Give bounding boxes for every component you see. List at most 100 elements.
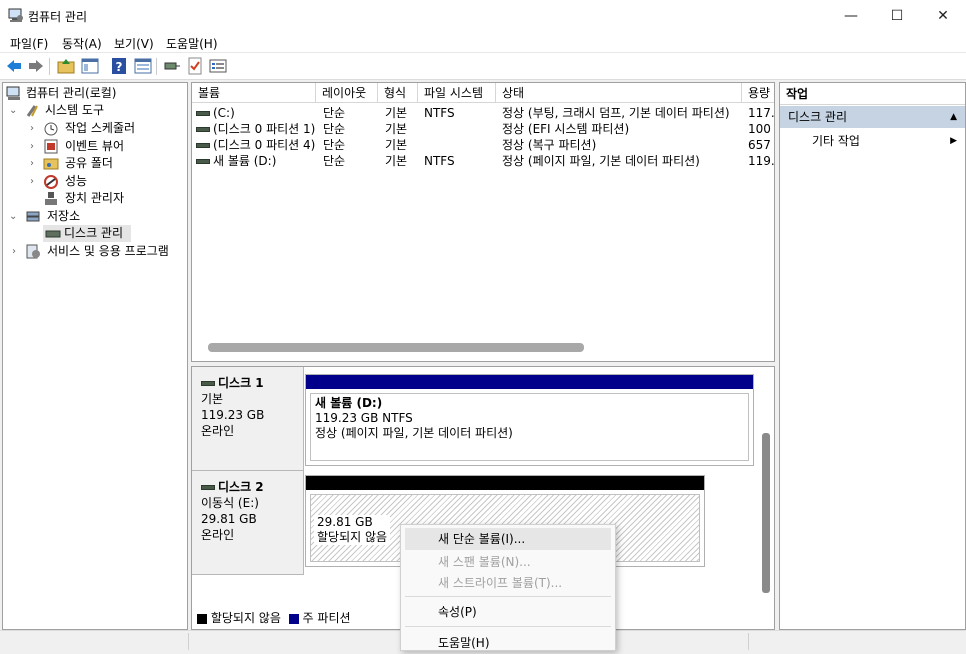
storage-icon bbox=[25, 209, 41, 224]
menu-file[interactable]: 파일(F) bbox=[10, 35, 48, 52]
menu-item-new-simple-volume[interactable]: 새 단순 볼륨(I)... bbox=[405, 528, 611, 550]
forward-arrow-icon[interactable] bbox=[27, 57, 45, 75]
menu-item-new-spanned-volume[interactable]: 새 스팬 볼륨(N)... bbox=[405, 551, 611, 573]
disk-type: 이동식 (E:) bbox=[201, 496, 259, 510]
vertical-scrollbar[interactable] bbox=[762, 433, 770, 593]
chevron-down-icon[interactable]: ⌄ bbox=[9, 102, 19, 119]
device-manager-icon bbox=[43, 191, 59, 206]
maximize-button[interactable]: ☐ bbox=[874, 0, 920, 32]
console-tree: 컴퓨터 관리(로컬) ⌄ 시스템 도구 › 작업 스케줄러 › 이벤트 뷰어 ›… bbox=[2, 82, 188, 630]
chevron-right-icon[interactable]: › bbox=[30, 120, 40, 137]
menu-view[interactable]: 보기(V) bbox=[114, 35, 154, 52]
menu-item-new-striped-volume[interactable]: 새 스트라이프 볼륨(T)... bbox=[405, 572, 611, 594]
volume-cell: (디스크 0 파티션 4) bbox=[196, 137, 316, 153]
tree-label: 서비스 및 응용 프로그램 bbox=[47, 244, 169, 258]
disk-name: 디스크 1 bbox=[218, 376, 264, 390]
disk-icon bbox=[201, 381, 215, 386]
list-icon[interactable] bbox=[209, 57, 227, 75]
up-folder-icon[interactable] bbox=[57, 57, 75, 75]
connect-icon[interactable] bbox=[163, 57, 181, 75]
toolbar-separator bbox=[156, 58, 157, 75]
partition-status: 정상 (페이지 파일, 기본 데이터 파티션) bbox=[315, 426, 513, 440]
partition-volume-d[interactable]: 새 볼륨 (D:) 119.23 GB NTFS 정상 (페이지 파일, 기본 … bbox=[305, 374, 754, 466]
disk-name: 디스크 2 bbox=[218, 480, 264, 494]
status-divider bbox=[188, 633, 189, 650]
partition-details: 29.81 GB 할당되지 않음 bbox=[314, 515, 391, 545]
check-icon[interactable] bbox=[186, 57, 204, 75]
filesystem-cell: NTFS bbox=[424, 154, 455, 168]
clock-icon bbox=[43, 121, 59, 136]
capacity-cell: 117.3 bbox=[748, 106, 775, 120]
volume-icon bbox=[196, 111, 210, 116]
menu-separator bbox=[405, 596, 611, 597]
actions-header: 작업 bbox=[780, 83, 965, 105]
svg-text:?: ? bbox=[116, 60, 123, 74]
tree-label: 시스템 도구 bbox=[45, 103, 105, 117]
disk-icon bbox=[201, 485, 215, 490]
toolbar: ? bbox=[0, 53, 966, 80]
action-more-actions[interactable]: 기타 작업 ▶ bbox=[780, 130, 965, 152]
capacity-cell: 119.2 bbox=[748, 154, 775, 168]
capacity-cell: 100 N bbox=[748, 122, 774, 136]
unallocated-bar bbox=[306, 476, 704, 490]
chevron-right-icon[interactable]: › bbox=[30, 173, 40, 190]
collapse-up-icon[interactable]: ▲ bbox=[950, 106, 957, 128]
capacity-cell: 657 N bbox=[748, 138, 774, 152]
status-cell: 정상 (복구 파티션) bbox=[502, 138, 597, 152]
computer-management-icon bbox=[6, 86, 22, 101]
help-icon[interactable]: ? bbox=[110, 57, 128, 75]
horizontal-scrollbar[interactable] bbox=[208, 343, 584, 352]
context-menu: 새 단순 볼륨(I)... 새 스팬 볼륨(N)... 새 스트라이프 볼륨(T… bbox=[400, 524, 616, 651]
properties-icon[interactable] bbox=[134, 57, 152, 75]
tree-label: 디스크 관리 bbox=[64, 226, 124, 240]
chevron-right-icon[interactable]: › bbox=[12, 243, 22, 260]
volume-cell: 새 볼륨 (D:) bbox=[196, 153, 316, 169]
volume-cell: (디스크 0 파티션 1) bbox=[196, 121, 316, 137]
menu-item-properties[interactable]: 속성(P) bbox=[405, 601, 611, 623]
chevron-down-icon[interactable]: ⌄ bbox=[9, 208, 19, 225]
status-cell: 정상 (페이지 파일, 기본 데이터 파티션) bbox=[502, 154, 700, 168]
partition-size: 29.81 GB bbox=[317, 515, 373, 529]
volume-icon bbox=[196, 159, 210, 164]
actions-section-disk-management[interactable]: 디스크 관리 ▲ bbox=[780, 106, 965, 128]
tree-label: 이벤트 뷰어 bbox=[65, 139, 125, 153]
menu-bar: 파일(F) 동작(A) 보기(V) 도움말(H) bbox=[0, 32, 966, 53]
primary-partition-bar bbox=[306, 375, 753, 389]
submenu-arrow-icon: ▶ bbox=[950, 136, 957, 146]
tree-item-disk-management[interactable]: 디스크 관리 bbox=[43, 225, 131, 242]
column-header-filesystem[interactable]: 파일 시스템 bbox=[418, 83, 496, 103]
disk-1-info[interactable]: 디스크 1 기본 119.23 GB 온라인 bbox=[192, 367, 304, 471]
type-cell: 기본 bbox=[385, 138, 408, 152]
column-header-capacity[interactable]: 용량 bbox=[742, 83, 774, 103]
disk-2-info[interactable]: 디스크 2 이동식 (E:) 29.81 GB 온라인 bbox=[192, 471, 304, 575]
minimize-button[interactable]: — bbox=[828, 0, 874, 32]
shared-folder-icon bbox=[43, 156, 59, 171]
window-title: 컴퓨터 관리 bbox=[28, 10, 88, 24]
legend-primary: 주 파티션 bbox=[302, 611, 351, 625]
toolbar-separator bbox=[49, 58, 50, 75]
volume-cell: (C:) bbox=[196, 105, 316, 121]
partition-size: 119.23 GB NTFS bbox=[315, 411, 413, 425]
column-header-type[interactable]: 형식 bbox=[378, 83, 418, 103]
actions-section-label: 디스크 관리 bbox=[788, 110, 848, 124]
column-header-volume[interactable]: 볼륨 bbox=[192, 83, 316, 103]
filesystem-cell: NTFS bbox=[424, 106, 455, 120]
tree-label: 컴퓨터 관리(로컬) bbox=[26, 86, 117, 100]
tree-label: 공유 폴더 bbox=[65, 156, 113, 170]
tree-label: 작업 스케줄러 bbox=[65, 121, 136, 135]
show-tree-icon[interactable] bbox=[81, 57, 99, 75]
menu-action[interactable]: 동작(A) bbox=[62, 35, 102, 52]
performance-icon bbox=[43, 174, 59, 189]
close-button[interactable]: ✕ bbox=[920, 0, 966, 32]
services-icon bbox=[25, 244, 41, 259]
disk-size: 119.23 GB bbox=[201, 408, 265, 422]
legend: 할당되지 않음 주 파티션 bbox=[197, 610, 351, 626]
chevron-right-icon[interactable]: › bbox=[30, 155, 40, 172]
menu-help[interactable]: 도움말(H) bbox=[166, 35, 218, 52]
tree-label: 장치 관리자 bbox=[65, 191, 125, 205]
column-header-layout[interactable]: 레이아웃 bbox=[316, 83, 378, 103]
back-arrow-icon[interactable] bbox=[5, 57, 23, 75]
status-cell: 정상 (EFI 시스템 파티션) bbox=[502, 122, 630, 136]
column-header-status[interactable]: 상태 bbox=[496, 83, 742, 103]
chevron-right-icon[interactable]: › bbox=[30, 138, 40, 155]
